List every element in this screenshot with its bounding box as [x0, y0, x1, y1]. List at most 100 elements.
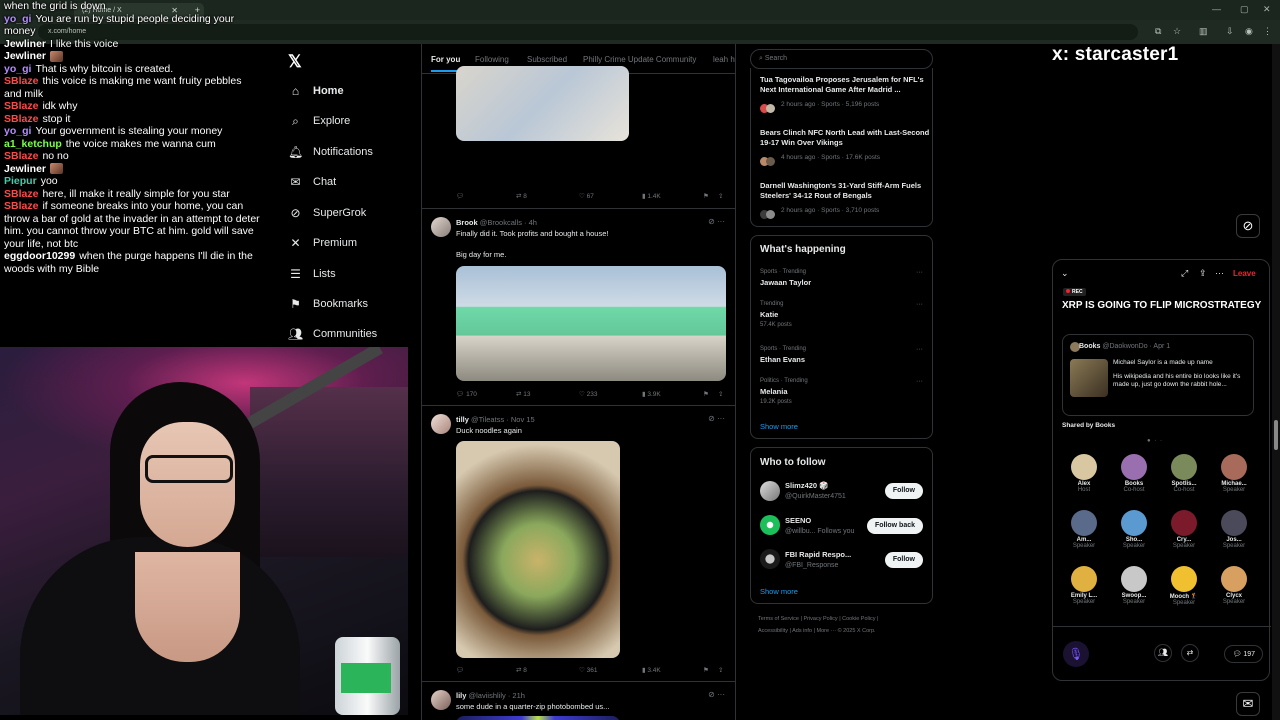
- show-more-link[interactable]: Show more: [760, 422, 798, 431]
- grok-icon[interactable]: ⊘ ···: [708, 414, 725, 423]
- speaker[interactable]: Mooch 🏌️ Speaker: [1159, 566, 1209, 606]
- grok-icon[interactable]: ⊘ ···: [708, 217, 725, 226]
- views-button[interactable]: ▮ 3.9K: [642, 390, 661, 398]
- speaker[interactable]: Books Co-host: [1109, 454, 1159, 493]
- nav-communities[interactable]: 👥︎ Communities: [288, 323, 377, 345]
- messages-icon[interactable]: ✉: [1236, 692, 1260, 716]
- avatar[interactable]: [760, 515, 780, 535]
- author-name[interactable]: tilly: [456, 415, 469, 424]
- speaker[interactable]: Alex Host: [1059, 454, 1109, 493]
- nav-lists[interactable]: ☰ Lists: [288, 263, 336, 285]
- trend-name[interactable]: Jawaan Taylor: [760, 278, 811, 287]
- chat-username[interactable]: SBlaze: [4, 75, 38, 87]
- nav-home[interactable]: ⌂ Home: [288, 80, 344, 102]
- collapse-icon[interactable]: ⌄: [1061, 268, 1069, 279]
- post-image[interactable]: [456, 441, 620, 658]
- install-icon[interactable]: ⧉: [1155, 26, 1161, 37]
- nav-notifications[interactable]: 🔔︎ Notifications: [288, 141, 373, 163]
- more-icon[interactable]: ···: [916, 301, 923, 308]
- news-title[interactable]: Darnell Washington's 31-Yard Stiff-Arm F…: [760, 181, 930, 201]
- scrollbar-thumb[interactable]: [1274, 420, 1278, 450]
- post-image[interactable]: [456, 266, 726, 381]
- bookmark-icon[interactable]: ⚑: [703, 666, 709, 674]
- trend-name[interactable]: Ethan Evans: [760, 355, 805, 364]
- tab-community[interactable]: Philly Crime Update Community: [583, 55, 696, 64]
- profile-icon[interactable]: ◉: [1245, 26, 1253, 37]
- avatar[interactable]: [760, 549, 780, 569]
- nav-explore[interactable]: ⌕ Explore: [288, 110, 350, 132]
- expand-icon[interactable]: ⤢: [1181, 268, 1188, 279]
- share-icon[interactable]: ⇪: [1199, 268, 1207, 279]
- chat-username[interactable]: yo_gi: [4, 63, 31, 75]
- repost-icon[interactable]: ⇄: [1181, 644, 1199, 662]
- avatar[interactable]: [431, 414, 451, 434]
- chat-username[interactable]: a1_ketchup: [4, 138, 62, 150]
- share-icon[interactable]: ⇪: [718, 390, 723, 398]
- speaker[interactable]: Am... Speaker: [1059, 510, 1109, 549]
- bookmark-icon[interactable]: ⚑: [703, 390, 709, 398]
- speaker[interactable]: Michae... Speaker: [1209, 454, 1259, 493]
- bookmark-icon[interactable]: ⚑: [703, 192, 709, 200]
- author-name[interactable]: Brook: [456, 218, 478, 227]
- like-button[interactable]: ♡ 67: [579, 192, 594, 200]
- views-button[interactable]: ▮ 1.4K: [642, 192, 661, 200]
- close-window-icon[interactable]: ✕: [1263, 4, 1271, 15]
- microphone-icon[interactable]: 🎙︎: [1063, 641, 1089, 667]
- search-input[interactable]: ⌕ Search: [750, 49, 933, 69]
- chat-username[interactable]: SBlaze: [4, 200, 38, 212]
- follow-button[interactable]: Follow: [884, 552, 923, 568]
- repost-button[interactable]: ⇄ 8: [516, 666, 527, 674]
- speaker[interactable]: Spotlis... Co-host: [1159, 454, 1209, 493]
- trend-name[interactable]: Melania: [760, 387, 788, 396]
- nav-premium[interactable]: ✕ Premium: [288, 232, 357, 254]
- views-button[interactable]: ▮ 3.4K: [642, 666, 661, 674]
- download-icon[interactable]: ⇩: [1226, 26, 1234, 37]
- post[interactable]: tilly @Tileatss · Nov 15 ⊘ ··· Duck nood…: [422, 406, 735, 682]
- tab-following[interactable]: Following: [475, 55, 509, 64]
- grok-icon[interactable]: ⊘ ···: [708, 690, 725, 699]
- tab-leah[interactable]: leah h: [713, 55, 735, 64]
- minimize-icon[interactable]: —: [1212, 4, 1221, 14]
- bookmark-star-icon[interactable]: ☆: [1173, 26, 1181, 37]
- account-name[interactable]: FBI Rapid Respo...: [785, 550, 851, 559]
- news-title[interactable]: Tua Tagovailoa Proposes Jerusalem for NF…: [760, 75, 930, 95]
- menu-icon[interactable]: ⋮: [1263, 26, 1272, 37]
- sidepanel-icon[interactable]: ▥: [1199, 26, 1208, 37]
- people-icon[interactable]: 👥︎: [1154, 644, 1172, 662]
- more-icon[interactable]: ···: [916, 269, 923, 276]
- reply-icon[interactable]: 💬︎: [456, 192, 464, 200]
- tab-for-you[interactable]: For you: [431, 55, 461, 72]
- speaker[interactable]: Sho... Speaker: [1109, 510, 1159, 549]
- speaker[interactable]: Clycx Speaker: [1209, 566, 1259, 605]
- speaker[interactable]: Cry... Speaker: [1159, 510, 1209, 549]
- share-icon[interactable]: ⇪: [718, 192, 723, 200]
- post-image[interactable]: [456, 66, 629, 141]
- follow-button[interactable]: Follow: [884, 483, 923, 499]
- grok-icon[interactable]: ⊘: [1236, 214, 1260, 238]
- nav-chat[interactable]: ✉ Chat: [288, 171, 336, 193]
- more-icon[interactable]: ···: [916, 346, 923, 353]
- avatar[interactable]: [431, 217, 451, 237]
- chat-username[interactable]: SBlaze: [4, 150, 38, 162]
- author-handle[interactable]: @Brookcalls · 4h: [480, 218, 537, 227]
- account-name[interactable]: SEENO: [785, 516, 811, 525]
- chat-username[interactable]: SBlaze: [4, 100, 38, 112]
- post[interactable]: lily @laviishlily · 21h ⊘ ··· some dude …: [422, 682, 735, 720]
- show-more-link[interactable]: Show more: [760, 587, 798, 596]
- chat-username[interactable]: Piepur: [4, 175, 37, 187]
- trend-name[interactable]: Katie: [760, 310, 778, 319]
- follow-back-button[interactable]: Follow back: [866, 518, 923, 534]
- news-title[interactable]: Bears Clinch NFC North Lead with Last-Se…: [760, 128, 930, 148]
- author-name[interactable]: lily: [456, 691, 466, 700]
- repost-button[interactable]: ⇄ 13: [516, 390, 531, 398]
- chat-username[interactable]: yo_gi: [4, 13, 31, 25]
- chat-username[interactable]: Jewliner: [4, 163, 46, 175]
- post[interactable]: Brook @Brookcalls · 4h ⊘ ··· Finally did…: [422, 209, 735, 406]
- maximize-icon[interactable]: ▢: [1240, 4, 1249, 15]
- post[interactable]: 💬︎ ⇄ 8 ♡ 67 ▮ 1.4K ⚑ ⇪: [422, 66, 735, 209]
- leave-button[interactable]: Leave: [1233, 269, 1256, 278]
- x-logo-icon[interactable]: 𝕏: [288, 52, 302, 72]
- scrollbar[interactable]: [1272, 44, 1280, 720]
- share-icon[interactable]: ⇪: [718, 666, 723, 674]
- avatar[interactable]: [431, 690, 451, 710]
